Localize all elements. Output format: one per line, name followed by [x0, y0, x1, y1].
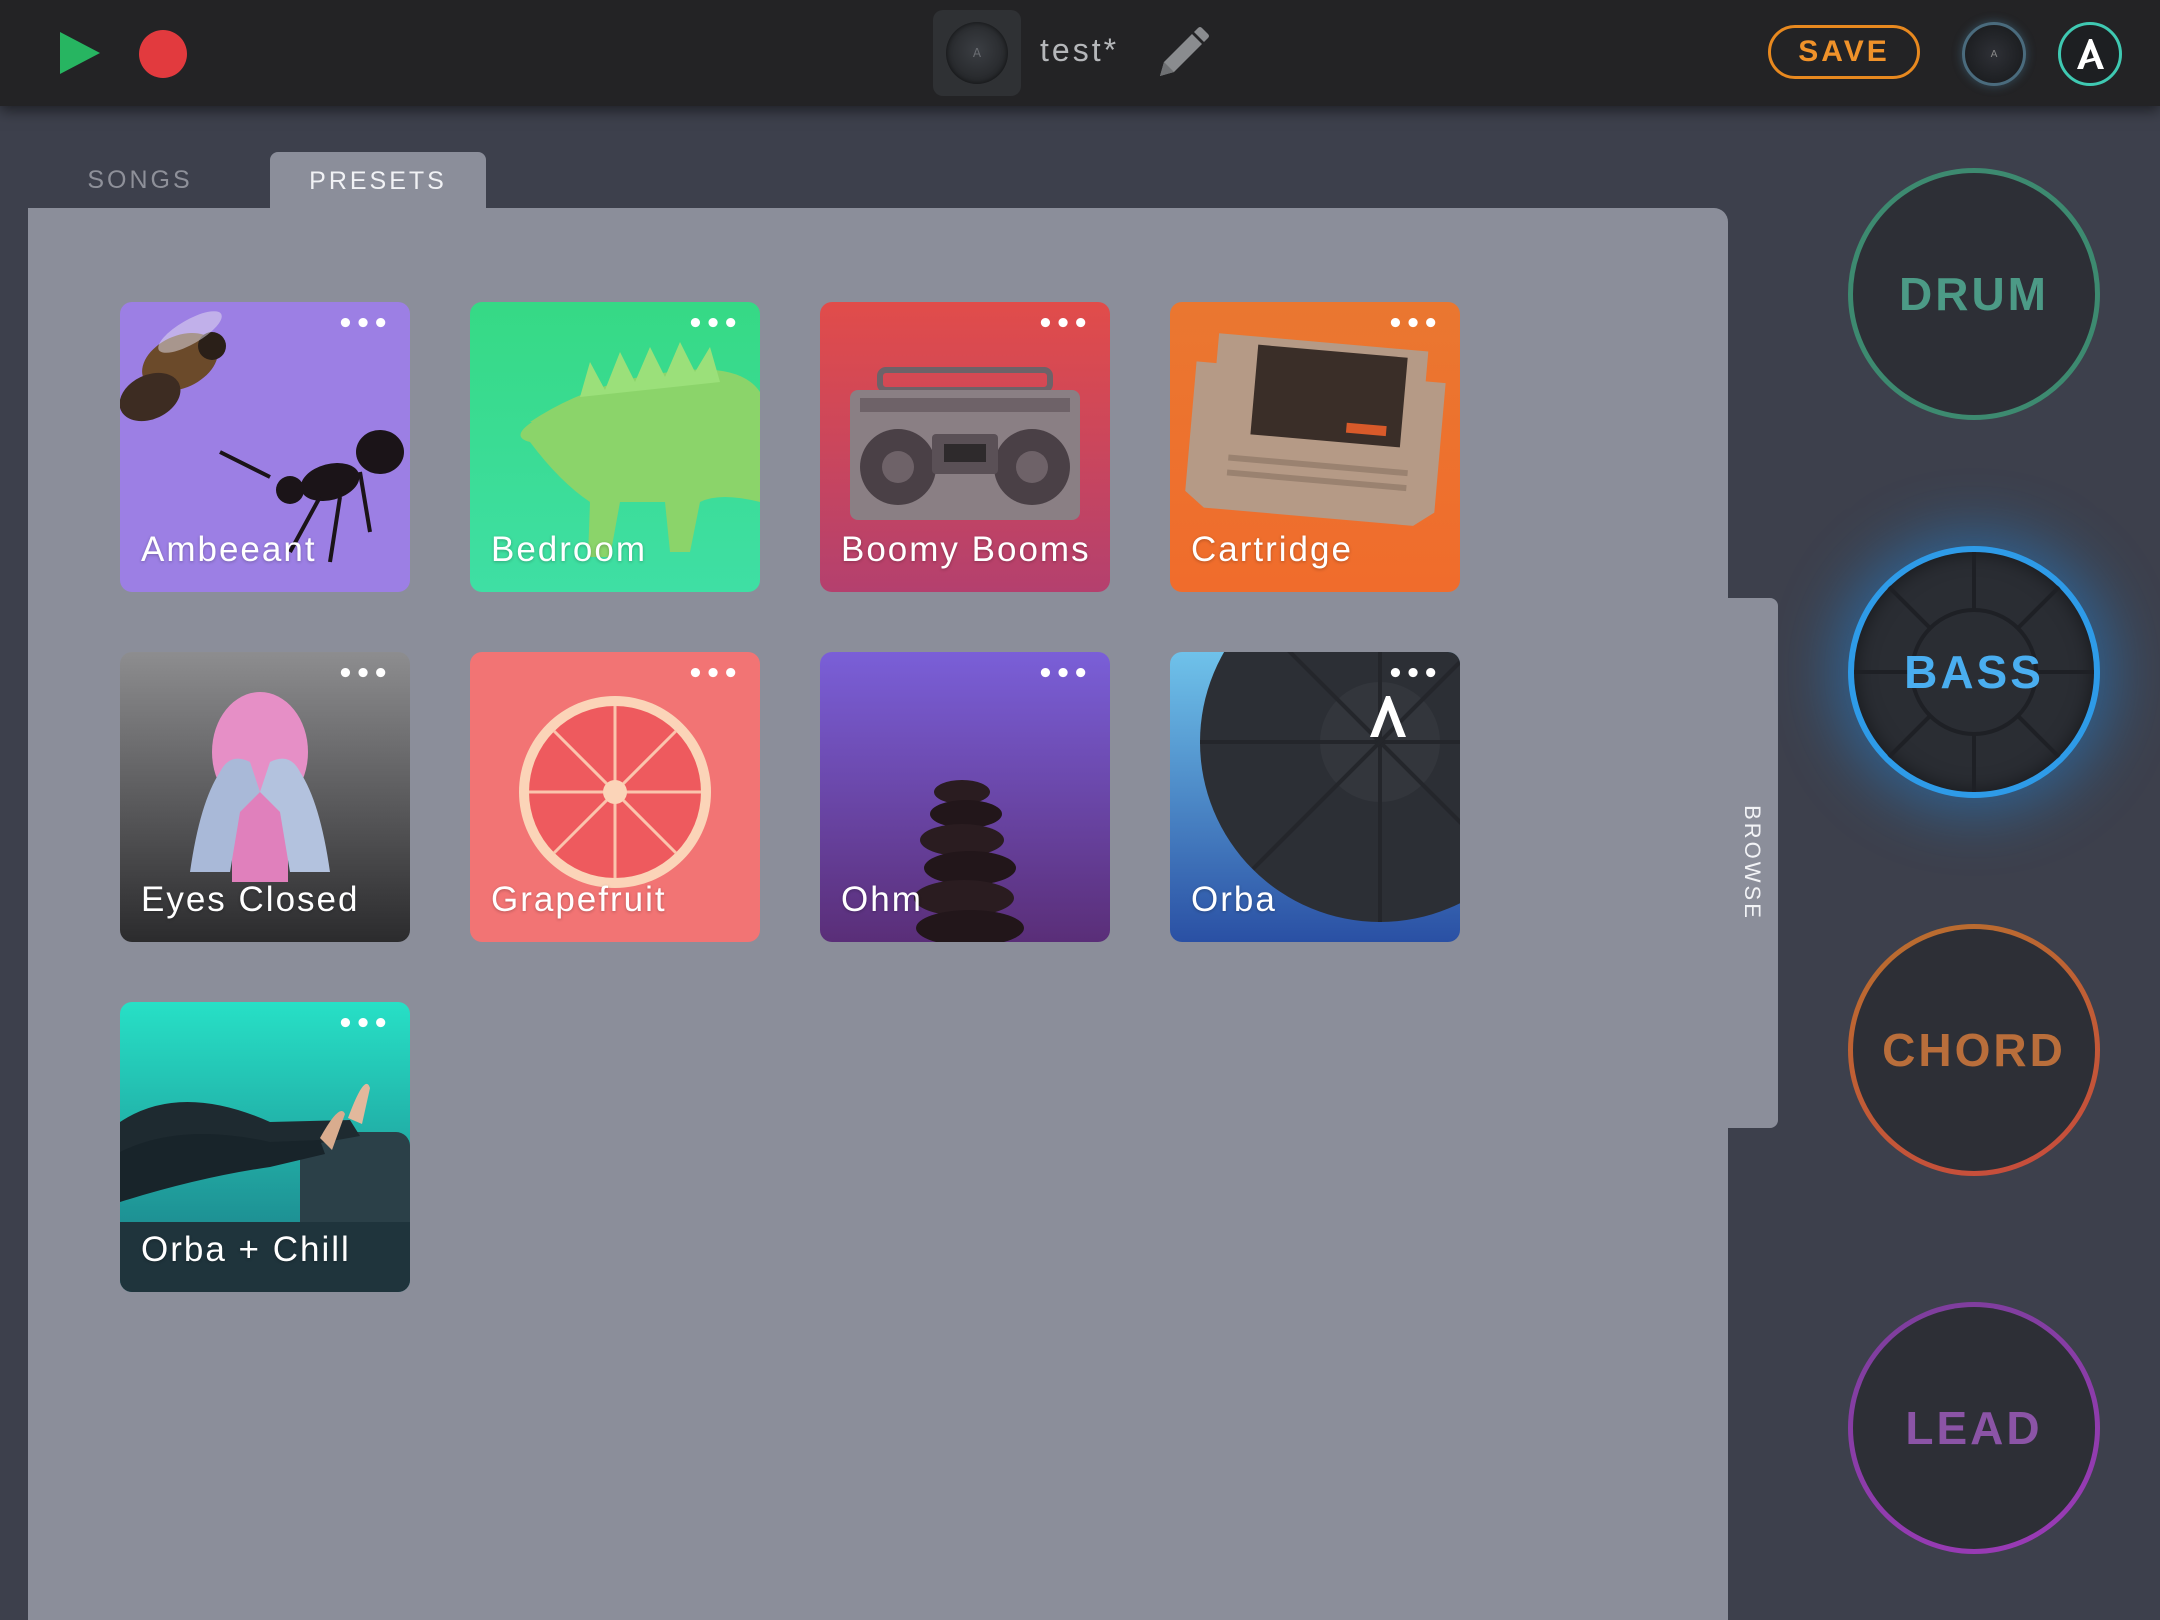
preset-card-cartridge[interactable]: ••• Cartridge: [1170, 302, 1460, 592]
card-menu-icon[interactable]: •••: [687, 311, 740, 337]
instrument-lead-button[interactable]: LEAD: [1848, 1302, 2100, 1554]
preset-card-grapefruit[interactable]: ••• Grapefruit: [470, 652, 760, 942]
instrument-label: BASS: [1904, 646, 2044, 698]
instrument-chord-button[interactable]: CHORD: [1848, 924, 2100, 1176]
tab-presets[interactable]: PRESETS: [270, 152, 486, 210]
card-menu-icon[interactable]: •••: [1387, 311, 1440, 337]
card-menu-icon[interactable]: •••: [337, 1011, 390, 1037]
preset-card-ambeeant[interactable]: ••• Ambeeant: [120, 302, 410, 592]
preset-name: Grapefruit: [491, 880, 667, 919]
tab-songs[interactable]: SONGS: [40, 152, 240, 208]
account-icon[interactable]: [2058, 22, 2122, 86]
preset-name: Bedroom: [491, 530, 648, 569]
preset-card-bedroom[interactable]: ••• Bedroom: [470, 302, 760, 592]
preset-name: Orba + Chill: [141, 1230, 351, 1269]
card-menu-icon[interactable]: •••: [337, 661, 390, 687]
card-menu-icon[interactable]: •••: [1037, 311, 1090, 337]
preset-name: Orba: [1191, 880, 1277, 919]
preset-card-ohm[interactable]: ••• Ohm: [820, 652, 1110, 942]
play-icon[interactable]: [56, 30, 102, 76]
instrument-drum-button[interactable]: DRUM: [1848, 168, 2100, 420]
record-icon[interactable]: [139, 30, 187, 78]
instrument-label: DRUM: [1899, 268, 2049, 320]
instrument-label: CHORD: [1882, 1024, 2066, 1076]
preset-name: Ambeeant: [141, 530, 317, 569]
preset-name: Eyes Closed: [141, 880, 360, 919]
preset-card-orba-chill[interactable]: ••• Orba + Chill: [120, 1002, 410, 1292]
device-status-icon[interactable]: A: [1962, 22, 2026, 86]
browse-label-wrap: BROWSE: [1726, 598, 1778, 1128]
card-menu-icon[interactable]: •••: [337, 311, 390, 337]
card-menu-icon[interactable]: •••: [1387, 661, 1440, 687]
preset-card-eyes-closed[interactable]: ••• Eyes Closed: [120, 652, 410, 942]
instrument-label: LEAD: [1905, 1402, 2043, 1454]
card-menu-icon[interactable]: •••: [687, 661, 740, 687]
artiphon-logo-icon: [2077, 39, 2104, 69]
preset-name: Boomy Booms: [841, 530, 1091, 569]
song-thumbnail[interactable]: A: [933, 10, 1021, 96]
preset-card-orba[interactable]: ••• Orba: [1170, 652, 1460, 942]
instrument-bass-button[interactable]: BASS: [1848, 546, 2100, 798]
pencil-icon[interactable]: [1152, 24, 1212, 84]
save-button[interactable]: SAVE: [1768, 25, 1920, 79]
orba-device-icon: A: [946, 22, 1008, 84]
preset-name: Ohm: [841, 880, 923, 919]
song-title: test*: [1040, 32, 1120, 68]
browse-label: BROWSE: [1740, 805, 1766, 921]
card-menu-icon[interactable]: •••: [1037, 661, 1090, 687]
top-bar: A test* SAVE A: [0, 0, 2160, 106]
preset-card-boomy-booms[interactable]: ••• Boomy Booms: [820, 302, 1110, 592]
preset-name: Cartridge: [1191, 530, 1353, 569]
